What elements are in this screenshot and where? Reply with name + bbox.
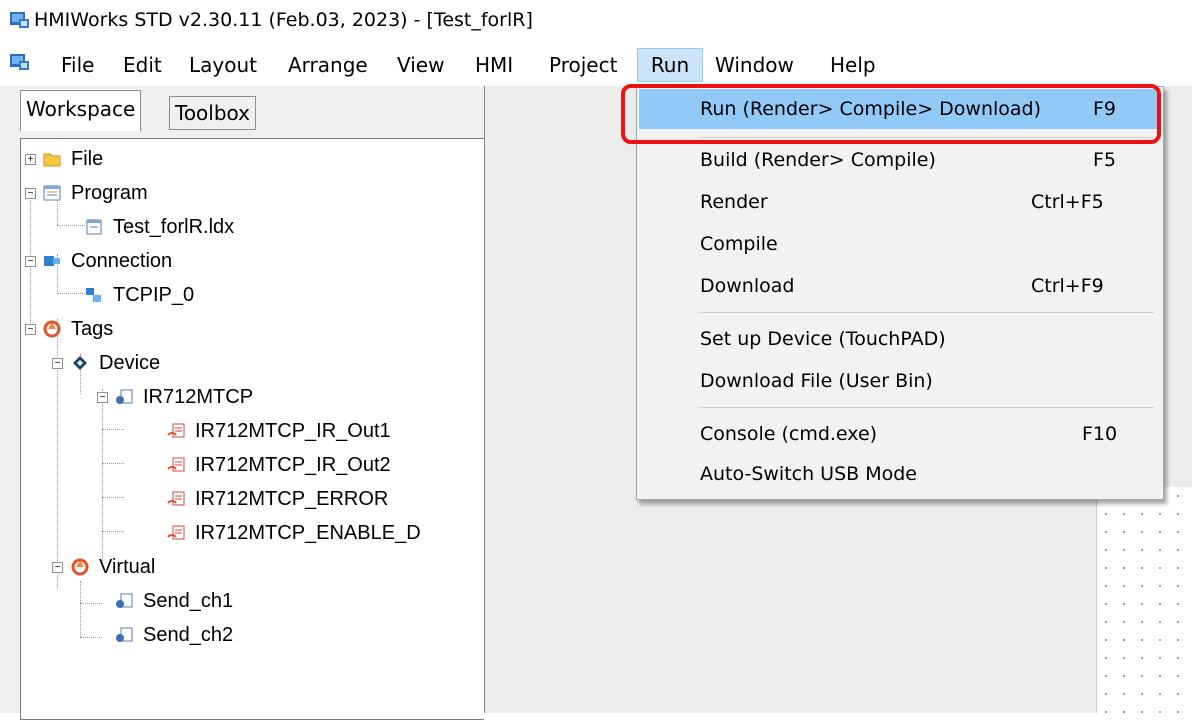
tree-item-tags[interactable]: − Tags <box>21 313 321 345</box>
menu-arrange[interactable]: Arrange <box>284 49 372 81</box>
tree-item-connection[interactable]: − Connection <box>21 245 321 277</box>
collapse-icon[interactable]: − <box>52 358 63 369</box>
design-canvas[interactable] <box>1096 487 1192 713</box>
tag-icon <box>167 491 185 506</box>
tree-item-ir-error[interactable]: IR712MTCP_ERROR <box>21 483 484 515</box>
menu-item-download-file[interactable]: Download File (User Bin) <box>639 361 1159 401</box>
menu-item-auto-switch-usb[interactable]: Auto-Switch USB Mode <box>639 454 1159 494</box>
menu-item-build[interactable]: Build (Render> Compile) F5 <box>639 140 1159 180</box>
folder-icon <box>43 153 61 167</box>
menu-item-console[interactable]: Console (cmd.exe) F10 <box>639 414 1159 454</box>
menu-item-compile[interactable]: Compile <box>639 224 1159 264</box>
tree-item-program-file[interactable]: Test_forlR.ldx <box>21 211 341 243</box>
menu-layout[interactable]: Layout <box>185 49 261 81</box>
tree-item-send-ch2[interactable]: Send_ch2 <box>21 619 321 651</box>
network-icon <box>86 288 101 302</box>
collapse-icon[interactable]: − <box>97 392 108 403</box>
menu-hmi[interactable]: HMI <box>471 49 517 81</box>
tree-item-file[interactable]: + File <box>21 143 321 175</box>
tree-item-send-ch1[interactable]: Send_ch1 <box>21 585 321 617</box>
app-icon <box>10 12 29 28</box>
program-icon <box>43 185 61 201</box>
module-icon <box>116 389 133 404</box>
tree-item-tcpip[interactable]: TCPIP_0 <box>21 279 321 311</box>
tree-item-ir-out2[interactable]: IR712MTCP_IR_Out2 <box>21 449 484 481</box>
menu-separator <box>699 407 1154 408</box>
tree-item-program[interactable]: − Program <box>21 177 321 209</box>
document-icon[interactable] <box>10 53 30 71</box>
variable-icon <box>116 627 133 642</box>
connection-icon <box>44 256 60 266</box>
tree-item-device[interactable]: − Device <box>21 347 321 379</box>
menu-project[interactable]: Project <box>545 49 621 81</box>
menu-bar: File Edit Layout Arrange View HMI Projec… <box>0 40 1192 86</box>
tree-item-virtual[interactable]: − Virtual <box>21 551 321 583</box>
menu-file[interactable]: File <box>57 49 98 81</box>
expand-icon[interactable]: + <box>25 154 36 165</box>
tags-icon <box>43 320 61 338</box>
virtual-icon <box>71 558 89 576</box>
collapse-icon[interactable]: − <box>25 256 36 267</box>
collapse-icon[interactable]: − <box>25 188 36 199</box>
tree-item-ir-out1[interactable]: IR712MTCP_IR_Out1 <box>21 415 484 447</box>
collapse-icon[interactable]: − <box>25 324 36 335</box>
file-icon <box>86 219 102 235</box>
run-dropdown-menu: Run (Render> Compile> Download) F9 Build… <box>636 86 1164 500</box>
window-title: HMIWorks STD v2.30.11 (Feb.03, 2023) - [… <box>34 9 533 31</box>
workspace-panel: Workspace Toolbox + File − Program Test_… <box>0 86 484 720</box>
project-tree: + File − Program Test_forlR.ldx − Connec… <box>20 138 484 720</box>
tab-toolbox[interactable]: Toolbox <box>169 96 256 130</box>
menu-edit[interactable]: Edit <box>119 49 166 81</box>
tab-workspace[interactable]: Workspace <box>20 90 142 131</box>
variable-icon <box>116 593 133 608</box>
menu-help[interactable]: Help <box>826 49 880 81</box>
menu-item-setup-device[interactable]: Set up Device (TouchPAD) <box>639 319 1159 359</box>
device-icon <box>73 356 87 370</box>
highlight-callout <box>621 84 1161 144</box>
menu-item-download[interactable]: Download Ctrl+F9 <box>639 266 1159 306</box>
tree-item-ir-enable[interactable]: IR712MTCP_ENABLE_D <box>21 517 484 549</box>
tag-icon <box>167 423 185 438</box>
menu-view[interactable]: View <box>393 49 448 81</box>
tree-item-ir712mtcp[interactable]: − IR712MTCP <box>21 381 341 413</box>
menu-item-render[interactable]: Render Ctrl+F5 <box>639 182 1159 222</box>
tag-icon <box>167 457 185 472</box>
menu-window[interactable]: Window <box>711 49 798 81</box>
menu-run[interactable]: Run <box>637 48 703 82</box>
tag-icon <box>167 525 185 540</box>
collapse-icon[interactable]: − <box>52 562 63 573</box>
menu-separator <box>699 312 1154 313</box>
title-bar: HMIWorks STD v2.30.11 (Feb.03, 2023) - [… <box>0 0 1192 40</box>
